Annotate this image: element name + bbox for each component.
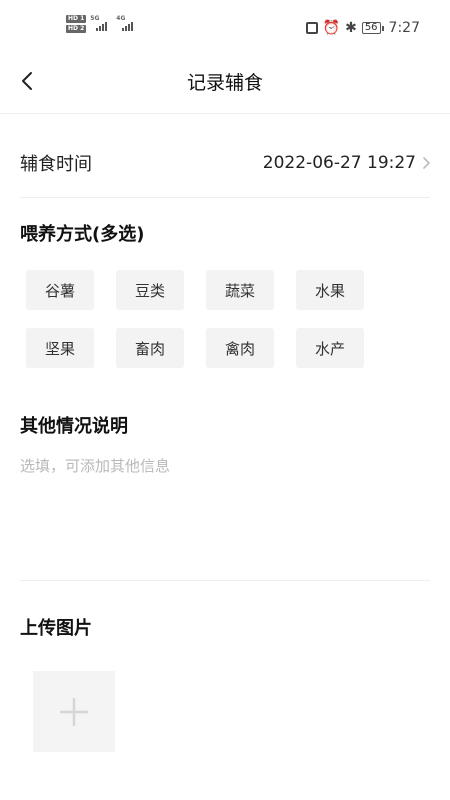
- chevron-right-icon: [423, 157, 430, 169]
- notes-input[interactable]: [20, 455, 430, 565]
- feeding-method-options: 谷薯 豆类 蔬菜 水果 坚果 畜肉 禽肉 水产: [26, 270, 386, 368]
- feeding-time-value-group: 2022-06-27 19:27: [263, 153, 430, 173]
- feeding-time-row[interactable]: 辅食时间 2022-06-27 19:27: [20, 140, 430, 186]
- hd-badge-1: HD 1: [66, 15, 87, 23]
- status-bar: HD 1 HD 2 5G 4G ⏰ ✱ 56 7:27: [0, 0, 450, 58]
- signal-icon-2: 4G: [116, 15, 138, 33]
- feeding-method-title: 喂养方式(多选): [20, 224, 145, 245]
- notes-title: 其他情况说明: [20, 416, 128, 437]
- network-4g-label: 4G: [116, 15, 126, 22]
- hd-badge-2: HD 2: [66, 25, 87, 33]
- header-divider: [0, 113, 450, 114]
- option-chip-livestock-meat[interactable]: 畜肉: [116, 328, 184, 368]
- divider: [20, 197, 430, 198]
- battery-level: 56: [361, 22, 381, 34]
- sim-2-text: 2: [80, 25, 85, 32]
- page-title: 记录辅食: [186, 72, 263, 94]
- option-chip-nuts[interactable]: 坚果: [26, 328, 94, 368]
- option-chip-grains[interactable]: 谷薯: [26, 270, 94, 310]
- option-chip-fruit[interactable]: 水果: [296, 270, 364, 310]
- option-chip-poultry[interactable]: 禽肉: [206, 328, 274, 368]
- hd-text-1: HD: [68, 15, 79, 22]
- add-image-button[interactable]: [33, 671, 115, 752]
- feeding-time-label: 辅食时间: [20, 154, 92, 175]
- status-right: ⏰ ✱ 56 7:27: [305, 20, 420, 36]
- alarm-icon: ⏰: [322, 20, 341, 36]
- hd-badges: HD 1 HD 2: [66, 15, 87, 33]
- upload-title: 上传图片: [20, 618, 92, 639]
- bluetooth-icon: ✱: [345, 20, 357, 36]
- plus-icon: [60, 697, 88, 726]
- clock-time: 7:27: [388, 20, 420, 36]
- status-left: HD 1 HD 2 5G 4G: [66, 15, 138, 33]
- option-chip-beans[interactable]: 豆类: [116, 270, 184, 310]
- option-chip-vegetables[interactable]: 蔬菜: [206, 270, 274, 310]
- nfc-icon: [305, 22, 318, 34]
- feeding-time-value: 2022-06-27 19:27: [262, 153, 416, 173]
- option-chip-seafood[interactable]: 水产: [296, 328, 364, 368]
- signal-icon: 5G: [90, 15, 112, 33]
- network-5g-label: 5G: [90, 15, 100, 22]
- sim-1-text: 1: [80, 15, 85, 22]
- divider: [20, 580, 430, 581]
- nav-header: 记录辅食: [0, 58, 450, 108]
- hd-text-2: HD: [68, 25, 79, 32]
- battery-icon: 56: [361, 22, 384, 34]
